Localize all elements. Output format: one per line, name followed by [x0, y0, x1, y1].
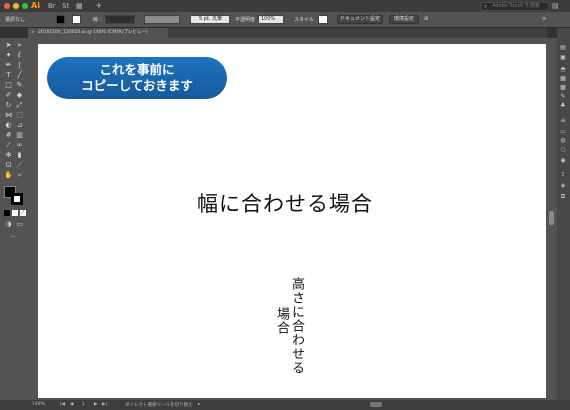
- fill-swatch[interactable]: [56, 15, 65, 24]
- application-bar: Ai Br St ▦ ✈ ⌕ Adobe Stock を検索 ▤: [0, 0, 570, 12]
- callout-badge[interactable]: これを事前に コピーしておきます: [47, 57, 227, 99]
- line-tool-icon[interactable]: ╱: [15, 71, 24, 80]
- shaper-tool-icon[interactable]: ✐: [4, 91, 13, 100]
- color-guide-panel-icon[interactable]: ▦: [559, 75, 567, 82]
- stroke-weight-field[interactable]: [105, 15, 135, 24]
- hand-tool-icon[interactable]: ✋: [4, 171, 13, 180]
- selection-status: 選択なし: [5, 17, 26, 23]
- export-panel-icon[interactable]: ⇪: [559, 171, 567, 178]
- appearance-panel-icon[interactable]: ○: [559, 146, 567, 153]
- perspective-grid-tool-icon[interactable]: ⊿: [15, 121, 24, 130]
- search-icon: ⌕: [484, 3, 488, 10]
- zoom-tool-icon[interactable]: ⌕: [15, 171, 24, 180]
- panel-menu-icon[interactable]: ≡: [542, 16, 546, 22]
- style-label: スタイル: [294, 17, 315, 23]
- document-tab-bar: × 20181104_120020.ai @ 148% (CMYK/プレビュー): [28, 28, 547, 38]
- edit-toolbar-icon[interactable]: …: [9, 231, 18, 240]
- layers-panel-icon[interactable]: ◈: [559, 182, 567, 189]
- opacity-label: 不透明度: [235, 17, 256, 23]
- blend-tool-icon[interactable]: ∞: [15, 141, 24, 150]
- swatches-panel-icon[interactable]: ▩: [559, 84, 567, 91]
- vertical-scrollbar-thumb[interactable]: [549, 211, 554, 225]
- symbols-panel-icon[interactable]: ♣: [559, 102, 567, 109]
- gradient-panel-icon[interactable]: ▭: [559, 128, 567, 135]
- horizontal-scrollbar-thumb[interactable]: [370, 402, 382, 407]
- document-setup-button[interactable]: ドキュメント設定: [337, 15, 383, 24]
- curvature-tool-icon[interactable]: ∫: [15, 61, 24, 70]
- brush-definition-dropdown[interactable]: 5 pt. 丸筆: [190, 15, 230, 24]
- scale-tool-icon[interactable]: ⤢: [15, 101, 24, 110]
- graphic-style-swatch[interactable]: [318, 15, 328, 24]
- graphic-styles-panel-icon[interactable]: ◉: [559, 157, 567, 164]
- arrange-documents-icon[interactable]: ▦: [76, 2, 86, 10]
- eraser-tool-icon[interactable]: ◆: [15, 91, 24, 100]
- screen-mode-icon[interactable]: ▭: [15, 220, 24, 229]
- gpu-performance-icon[interactable]: ✈: [96, 2, 106, 10]
- workspace-switcher-icon[interactable]: ▤: [552, 2, 562, 10]
- close-tab-icon[interactable]: ×: [31, 28, 35, 38]
- minimize-window-button[interactable]: [13, 3, 19, 9]
- status-tool-hint[interactable]: ダイレクト選択ツールを切り替え: [125, 402, 193, 408]
- next-artboard-icon[interactable]: ▶: [94, 402, 97, 407]
- properties-panel-icon[interactable]: ▤: [559, 44, 567, 51]
- rotate-tool-icon[interactable]: ↻: [4, 101, 13, 110]
- zoom-window-button[interactable]: [22, 3, 28, 9]
- callout-line-2: コピーしておきます: [81, 78, 193, 93]
- stock-icon[interactable]: St: [62, 2, 72, 10]
- stroke-panel-icon[interactable]: ≡: [559, 117, 567, 124]
- gradient-tool-icon[interactable]: ▥: [15, 131, 24, 140]
- last-artboard-icon[interactable]: ▶|: [102, 402, 107, 407]
- callout-line-1: これを事前に: [99, 62, 175, 77]
- selection-tool-icon[interactable]: ➤: [4, 41, 13, 50]
- eyedropper-tool-icon[interactable]: ⁄: [4, 141, 13, 150]
- color-panel-icon[interactable]: ◓: [559, 66, 567, 73]
- artboards-panel-icon[interactable]: ⧉: [559, 193, 567, 200]
- rectangle-tool-icon[interactable]: □: [4, 81, 13, 90]
- graph-tool-icon[interactable]: ▮: [15, 151, 24, 160]
- preferences-button[interactable]: 環境設定: [389, 15, 419, 24]
- magic-wand-tool-icon[interactable]: ✦: [4, 51, 13, 60]
- width-tool-icon[interactable]: ⋈: [4, 111, 13, 120]
- transparency-panel-icon[interactable]: ◍: [559, 137, 567, 144]
- first-artboard-icon[interactable]: |◀: [60, 402, 65, 407]
- prev-artboard-icon[interactable]: ◀: [70, 402, 73, 407]
- bridge-icon[interactable]: Br: [48, 2, 58, 10]
- status-bar: 148% |◀ ◀ 1 ▶ ▶| ダイレクト選択ツールを切り替え ▸: [0, 400, 570, 410]
- artboard-number[interactable]: 1: [82, 402, 85, 407]
- pen-tool-icon[interactable]: ✒: [4, 61, 13, 70]
- symbol-sprayer-tool-icon[interactable]: ✻: [4, 151, 13, 160]
- draw-mode-icon[interactable]: ◑: [4, 220, 13, 229]
- stroke-weight-label: 線 :: [93, 17, 102, 23]
- status-menu-icon[interactable]: ▸: [198, 402, 200, 407]
- brushes-panel-icon[interactable]: ✎: [559, 93, 567, 100]
- lasso-tool-icon[interactable]: ℓ: [15, 51, 24, 60]
- align-icon[interactable]: ⊞: [424, 16, 428, 22]
- shape-builder-tool-icon[interactable]: ◐: [4, 121, 13, 130]
- direct-selection-tool-icon[interactable]: ➢: [15, 41, 24, 50]
- document-tab[interactable]: × 20181104_120020.ai @ 148% (CMYK/プレビュー): [28, 28, 168, 38]
- close-window-button[interactable]: [4, 3, 10, 9]
- app-logo: Ai: [31, 1, 40, 10]
- paintbrush-tool-icon[interactable]: ✎: [15, 81, 24, 90]
- variable-width-profile[interactable]: [144, 15, 180, 24]
- free-transform-tool-icon[interactable]: ⬚: [15, 111, 24, 120]
- control-bar: 選択なし 線 : 5 pt. 丸筆 不透明度 100% スタイル ドキュメント設…: [0, 12, 570, 28]
- vertical-text-column-2[interactable]: 場合: [272, 307, 291, 335]
- type-tool-icon[interactable]: T: [4, 71, 13, 80]
- slice-tool-icon[interactable]: ⟋: [15, 161, 24, 170]
- stock-search-input[interactable]: ⌕ Adobe Stock を検索: [481, 2, 549, 11]
- artboard-tool-icon[interactable]: ⊡: [4, 161, 13, 170]
- horizontal-text-object[interactable]: 幅に合わせる場合: [0, 188, 570, 218]
- mesh-tool-icon[interactable]: #: [4, 131, 13, 140]
- zoom-level[interactable]: 148%: [32, 402, 45, 407]
- libraries-panel-icon[interactable]: ▣: [559, 54, 567, 61]
- stroke-swatch[interactable]: [72, 15, 81, 24]
- opacity-field[interactable]: 100%: [258, 15, 284, 24]
